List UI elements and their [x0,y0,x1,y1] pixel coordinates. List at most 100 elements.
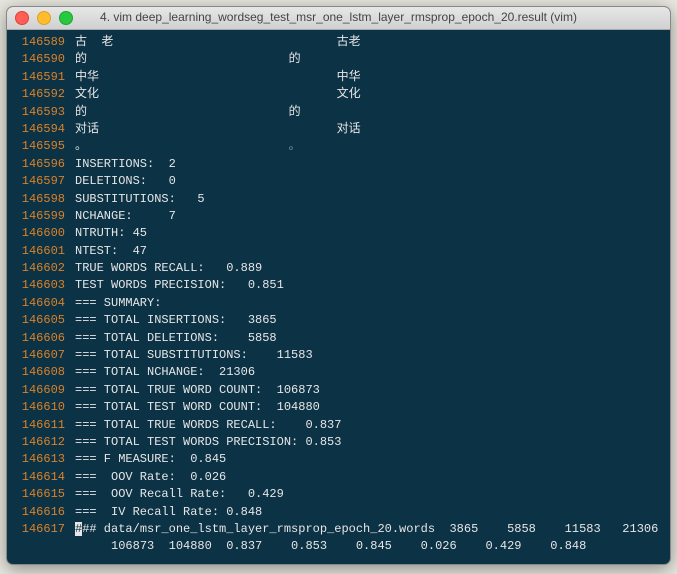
line-content: 文化 文化 [75,86,670,103]
line-content: === TOTAL SUBSTITUTIONS: 11583 [75,347,670,364]
line-content: === F MEASURE: 0.845 [75,451,670,468]
line-number: 146591 [7,69,75,86]
terminal-row: 146617### data/msr_one_lstm_layer_rmspro… [7,521,670,538]
terminal-window: 4. vim deep_learning_wordseg_test_msr_on… [6,6,671,565]
text-segment: 的 的 [75,52,301,66]
line-content: === TOTAL DELETIONS: 5858 [75,330,670,347]
line-content: 106873 104880 0.837 0.853 0.845 0.026 0.… [75,538,670,555]
terminal-row: 146592文化 文化 [7,86,670,103]
text-segment: NTRUTH: 45 [75,226,147,240]
minimize-icon[interactable] [37,11,51,25]
text-segment: === TOTAL TEST WORDS PRECISION: 0.853 [75,435,341,449]
terminal-row: 146600NTRUTH: 45 [7,225,670,242]
line-content: NCHANGE: 7 [75,208,670,225]
text-segment: === TOTAL TRUE WORD COUNT: 106873 [75,383,320,397]
line-content: TRUE WORDS RECALL: 0.889 [75,260,670,277]
line-content: DELETIONS: 0 [75,173,670,190]
line-content: INSERTIONS: 2 [75,156,670,173]
text-segment: NCHANGE: 7 [75,209,176,223]
text-segment: === SUMMARY: [75,296,161,310]
terminal-row: 146590的 的 [7,51,670,68]
terminal-row: 146595。 。 [7,138,670,155]
terminal-row: 146596INSERTIONS: 2 [7,156,670,173]
text-segment: === F MEASURE: 0.845 [75,452,226,466]
line-number [7,538,75,555]
text-segment: 对话 对话 [75,122,361,136]
terminal-row: 146597DELETIONS: 0 [7,173,670,190]
terminal-row: 146605=== TOTAL INSERTIONS: 3865 [7,312,670,329]
titlebar: 4. vim deep_learning_wordseg_test_msr_on… [7,7,670,30]
text-segment: === OOV Recall Rate: 0.429 [75,487,284,501]
line-number: 146595 [7,138,75,155]
terminal-row: 146601NTEST: 47 [7,243,670,260]
line-number: 146603 [7,277,75,294]
terminal-row: 146610=== TOTAL TEST WORD COUNT: 104880 [7,399,670,416]
line-content: TEST WORDS PRECISION: 0.851 [75,277,670,294]
line-content: === TOTAL NCHANGE: 21306 [75,364,670,381]
close-icon[interactable] [15,11,29,25]
line-content: === TOTAL TEST WORDS PRECISION: 0.853 [75,434,670,451]
line-number: 146612 [7,434,75,451]
line-number: 146596 [7,156,75,173]
text-segment: TRUE WORDS RECALL: 0.889 [75,261,262,275]
text-segment-faint: 。 [289,139,301,153]
terminal-row: 146616=== IV Recall Rate: 0.848 [7,504,670,521]
window-controls [15,11,73,25]
line-content: 的 的 [75,51,670,68]
text-segment: === IV Recall Rate: 0.848 [75,505,262,519]
line-content: ### data/msr_one_lstm_layer_rmsprop_epoc… [75,521,670,538]
terminal-row: 146611=== TOTAL TRUE WORDS RECALL: 0.837 [7,417,670,434]
line-number: 146592 [7,86,75,103]
text-segment: SUBSTITUTIONS: 5 [75,192,205,206]
terminal-row: 146608=== TOTAL NCHANGE: 21306 [7,364,670,381]
line-content: NTRUTH: 45 [75,225,670,242]
line-content: 对话 对话 [75,121,670,138]
terminal-row: 146599NCHANGE: 7 [7,208,670,225]
line-number: 146615 [7,486,75,503]
zoom-icon[interactable] [59,11,73,25]
terminal-row: 146606=== TOTAL DELETIONS: 5858 [7,330,670,347]
text-segment: 文化 文化 [75,87,361,101]
line-content: 古 老 古老 [75,34,670,51]
line-number: 146597 [7,173,75,190]
line-content: === TOTAL TRUE WORD COUNT: 106873 [75,382,670,399]
text-segment: 。 [75,139,289,153]
text-segment: TEST WORDS PRECISION: 0.851 [75,278,284,292]
text-segment: 的 的 [75,105,301,119]
line-content: === OOV Recall Rate: 0.429 [75,486,670,503]
terminal-row: 146602TRUE WORDS RECALL: 0.889 [7,260,670,277]
line-content: 的 的 [75,104,670,121]
text-segment: === TOTAL DELETIONS: 5858 [75,331,277,345]
text-segment: === TOTAL SUBSTITUTIONS: 11583 [75,348,313,362]
terminal-row: 146604=== SUMMARY: [7,295,670,312]
terminal-row: 146615=== OOV Recall Rate: 0.429 [7,486,670,503]
text-segment: === TOTAL TEST WORD COUNT: 104880 [75,400,320,414]
text-segment: ## data/msr_one_lstm_layer_rmsprop_epoch… [82,522,658,536]
line-number: 146594 [7,121,75,138]
terminal-row: 146609=== TOTAL TRUE WORD COUNT: 106873 [7,382,670,399]
text-segment: === TOTAL NCHANGE: 21306 [75,365,255,379]
terminal-row: 146612=== TOTAL TEST WORDS PRECISION: 0.… [7,434,670,451]
text-segment: NTEST: 47 [75,244,147,258]
text-segment: DELETIONS: 0 [75,174,176,188]
line-content: === TOTAL TEST WORD COUNT: 104880 [75,399,670,416]
window-title: 4. vim deep_learning_wordseg_test_msr_on… [7,9,670,26]
line-number: 146602 [7,260,75,277]
terminal-row: 146603TEST WORDS PRECISION: 0.851 [7,277,670,294]
text-segment: === TOTAL INSERTIONS: 3865 [75,313,277,327]
continuation-indent [75,539,111,553]
terminal-row: 146598SUBSTITUTIONS: 5 [7,191,670,208]
line-number: 146616 [7,504,75,521]
text-segment: INSERTIONS: 2 [75,157,176,171]
terminal-content[interactable]: 146589古 老 古老146590的 的146591中华 中华146592文化… [7,30,670,564]
line-number: 146617 [7,521,75,538]
line-number: 146613 [7,451,75,468]
line-number: 146601 [7,243,75,260]
line-number: 146606 [7,330,75,347]
line-content: 。 。 [75,138,670,155]
text-segment: === TOTAL TRUE WORDS RECALL: 0.837 [75,418,341,432]
terminal-row: 146591中华 中华 [7,69,670,86]
terminal-row: 146614=== OOV Rate: 0.026 [7,469,670,486]
text-segment: === OOV Rate: 0.026 [75,470,226,484]
terminal-row: 146593的 的 [7,104,670,121]
